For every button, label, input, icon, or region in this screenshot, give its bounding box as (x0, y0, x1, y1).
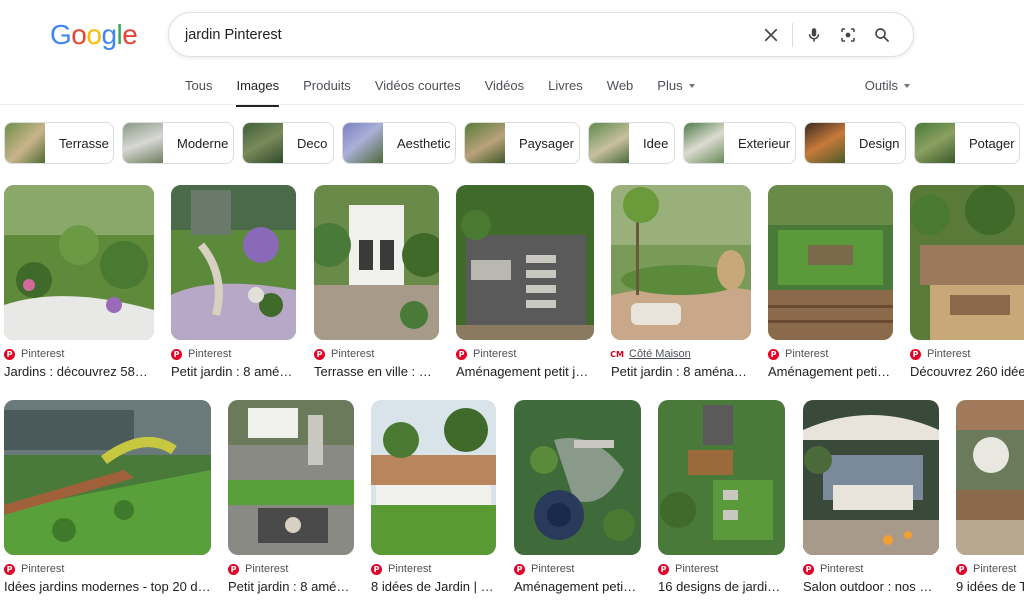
image-result[interactable]: P Pinterest Idées jardins modernes - top … (4, 400, 211, 600)
image-result[interactable]: P Pinterest 9 idées de T (956, 400, 1024, 600)
result-title[interactable]: Idées jardins modernes - top 20 d… (4, 579, 211, 594)
pinterest-icon: P (803, 563, 814, 575)
result-source[interactable]: P Pinterest (658, 563, 718, 575)
pinterest-icon: P (658, 563, 669, 575)
source-name: Pinterest (675, 563, 719, 575)
image-result[interactable]: P Pinterest Petit jardin : 8 amé… (171, 185, 296, 385)
result-thumbnail[interactable] (171, 185, 296, 340)
result-title[interactable]: 16 designs de jardi… (658, 579, 785, 594)
source-name: Pinterest (785, 348, 829, 360)
image-result[interactable]: P Pinterest Salon outdoor : nos … (803, 400, 939, 600)
result-title[interactable]: Petit jardin : 8 aména… (611, 364, 751, 379)
result-source[interactable]: P Pinterest (4, 563, 64, 575)
source-name: Côté Maison (629, 348, 691, 360)
image-result[interactable]: P Pinterest Aménagement petit j… (456, 185, 594, 385)
source-name: Pinterest (245, 563, 289, 575)
result-title[interactable]: Aménagement peti… (768, 364, 893, 379)
source-name: Pinterest (188, 348, 232, 360)
pinterest-icon: P (4, 348, 15, 360)
result-source[interactable]: P Pinterest (456, 348, 516, 360)
result-thumbnail[interactable] (314, 185, 439, 340)
result-title[interactable]: 8 idées de Jardin | … (371, 579, 496, 594)
image-result[interactable]: P Pinterest Aménagement peti… (514, 400, 641, 600)
image-results: P Pinterest Jardins : découvrez 58… P Pint… (0, 0, 1024, 611)
image-result[interactable]: P Pinterest Jardins : découvrez 58… (4, 185, 154, 385)
result-thumbnail[interactable] (228, 400, 354, 555)
source-name: Pinterest (531, 563, 575, 575)
result-thumbnail[interactable] (611, 185, 751, 340)
source-name: Pinterest (388, 563, 432, 575)
result-source[interactable]: P Pinterest (803, 563, 863, 575)
result-thumbnail[interactable] (803, 400, 939, 555)
result-source[interactable]: P Pinterest (171, 348, 231, 360)
pinterest-icon: P (371, 563, 382, 575)
pinterest-icon: P (910, 348, 921, 360)
image-result[interactable]: P Pinterest 16 designs de jardi… (658, 400, 785, 600)
result-thumbnail[interactable] (371, 400, 496, 555)
result-title[interactable]: Aménagement peti… (514, 579, 641, 594)
pinterest-icon: P (956, 563, 967, 575)
image-result[interactable]: CM Côté Maison Petit jardin : 8 aména… (610, 185, 751, 385)
pinterest-icon: P (456, 348, 467, 360)
result-title[interactable]: Petit jardin : 8 amé… (228, 579, 354, 594)
result-source[interactable]: CM Côté Maison (610, 348, 691, 360)
pinterest-icon: P (768, 348, 779, 360)
pinterest-icon: P (171, 348, 182, 360)
result-source[interactable]: P Pinterest (514, 563, 574, 575)
result-source[interactable]: P Pinterest (956, 563, 1016, 575)
result-source[interactable]: P Pinterest (768, 348, 828, 360)
image-result[interactable]: P Pinterest Terrasse en ville : … (314, 185, 439, 385)
pinterest-icon: P (4, 563, 15, 575)
source-name: Pinterest (927, 348, 971, 360)
result-source[interactable]: P Pinterest (228, 563, 288, 575)
result-title[interactable]: Aménagement petit j… (456, 364, 594, 379)
cote-maison-icon: CM (610, 349, 624, 359)
source-name: Pinterest (820, 563, 864, 575)
result-source[interactable]: P Pinterest (910, 348, 970, 360)
source-name: Pinterest (473, 348, 517, 360)
source-name: Pinterest (331, 348, 375, 360)
image-result[interactable]: P Pinterest Petit jardin : 8 amé… (228, 400, 354, 600)
result-thumbnail[interactable] (910, 185, 1024, 340)
result-thumbnail[interactable] (658, 400, 785, 555)
result-source[interactable]: P Pinterest (371, 563, 431, 575)
result-thumbnail[interactable] (768, 185, 893, 340)
result-title[interactable]: 9 idées de T (956, 579, 1024, 594)
image-result[interactable]: P Pinterest 8 idées de Jardin | … (371, 400, 496, 600)
result-source[interactable]: P Pinterest (314, 348, 374, 360)
pinterest-icon: P (314, 348, 325, 360)
result-title[interactable]: Découvrez 260 idée (910, 364, 1024, 379)
source-name: Pinterest (21, 563, 65, 575)
result-title[interactable]: Jardins : découvrez 58… (4, 364, 154, 379)
result-source[interactable]: P Pinterest (4, 348, 64, 360)
pinterest-icon: P (228, 563, 239, 575)
pinterest-icon: P (514, 563, 525, 575)
result-thumbnail[interactable] (514, 400, 641, 555)
result-title[interactable]: Petit jardin : 8 amé… (171, 364, 296, 379)
result-title[interactable]: Salon outdoor : nos … (803, 579, 939, 594)
source-name: Pinterest (21, 348, 65, 360)
image-result[interactable]: P Pinterest Découvrez 260 idée (910, 185, 1024, 385)
result-thumbnail[interactable] (4, 185, 154, 340)
source-name: Pinterest (973, 563, 1017, 575)
result-thumbnail[interactable] (4, 400, 211, 555)
image-result[interactable]: P Pinterest Aménagement peti… (768, 185, 893, 385)
result-thumbnail[interactable] (456, 185, 594, 340)
result-thumbnail[interactable] (956, 400, 1024, 555)
result-title[interactable]: Terrasse en ville : … (314, 364, 439, 379)
